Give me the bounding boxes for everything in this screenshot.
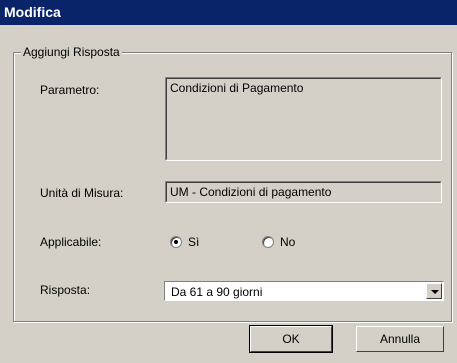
risposta-select[interactable]: Da 61 a 90 giorni	[164, 281, 444, 301]
parametro-label: Parametro:	[40, 83, 100, 97]
radio-yes-label[interactable]: Sì	[188, 235, 199, 249]
risposta-selected-value: Da 61 a 90 giorni	[171, 285, 263, 299]
parametro-value: Condizioni di Pagamento	[166, 78, 441, 160]
radio-no-label[interactable]: No	[280, 235, 295, 249]
unita-value: UM - Condizioni di pagamento	[166, 182, 441, 202]
radio-selected-dot	[174, 240, 178, 244]
chevron-down-icon[interactable]	[426, 283, 442, 299]
annulla-button[interactable]: Annulla	[356, 326, 444, 352]
applicabile-label: Applicabile:	[40, 235, 102, 249]
parametro-field: Condizioni di Pagamento	[165, 77, 442, 161]
ok-button[interactable]: OK	[249, 325, 333, 353]
unita-label: Unità di Misura:	[40, 186, 124, 200]
window-title: Modifica	[0, 0, 457, 25]
unita-field: UM - Condizioni di pagamento	[165, 181, 442, 203]
radio-no[interactable]	[262, 236, 274, 248]
group-legend: Aggiungi Risposta	[21, 45, 122, 59]
radio-yes[interactable]	[170, 236, 182, 248]
risposta-label: Risposta:	[40, 283, 91, 297]
